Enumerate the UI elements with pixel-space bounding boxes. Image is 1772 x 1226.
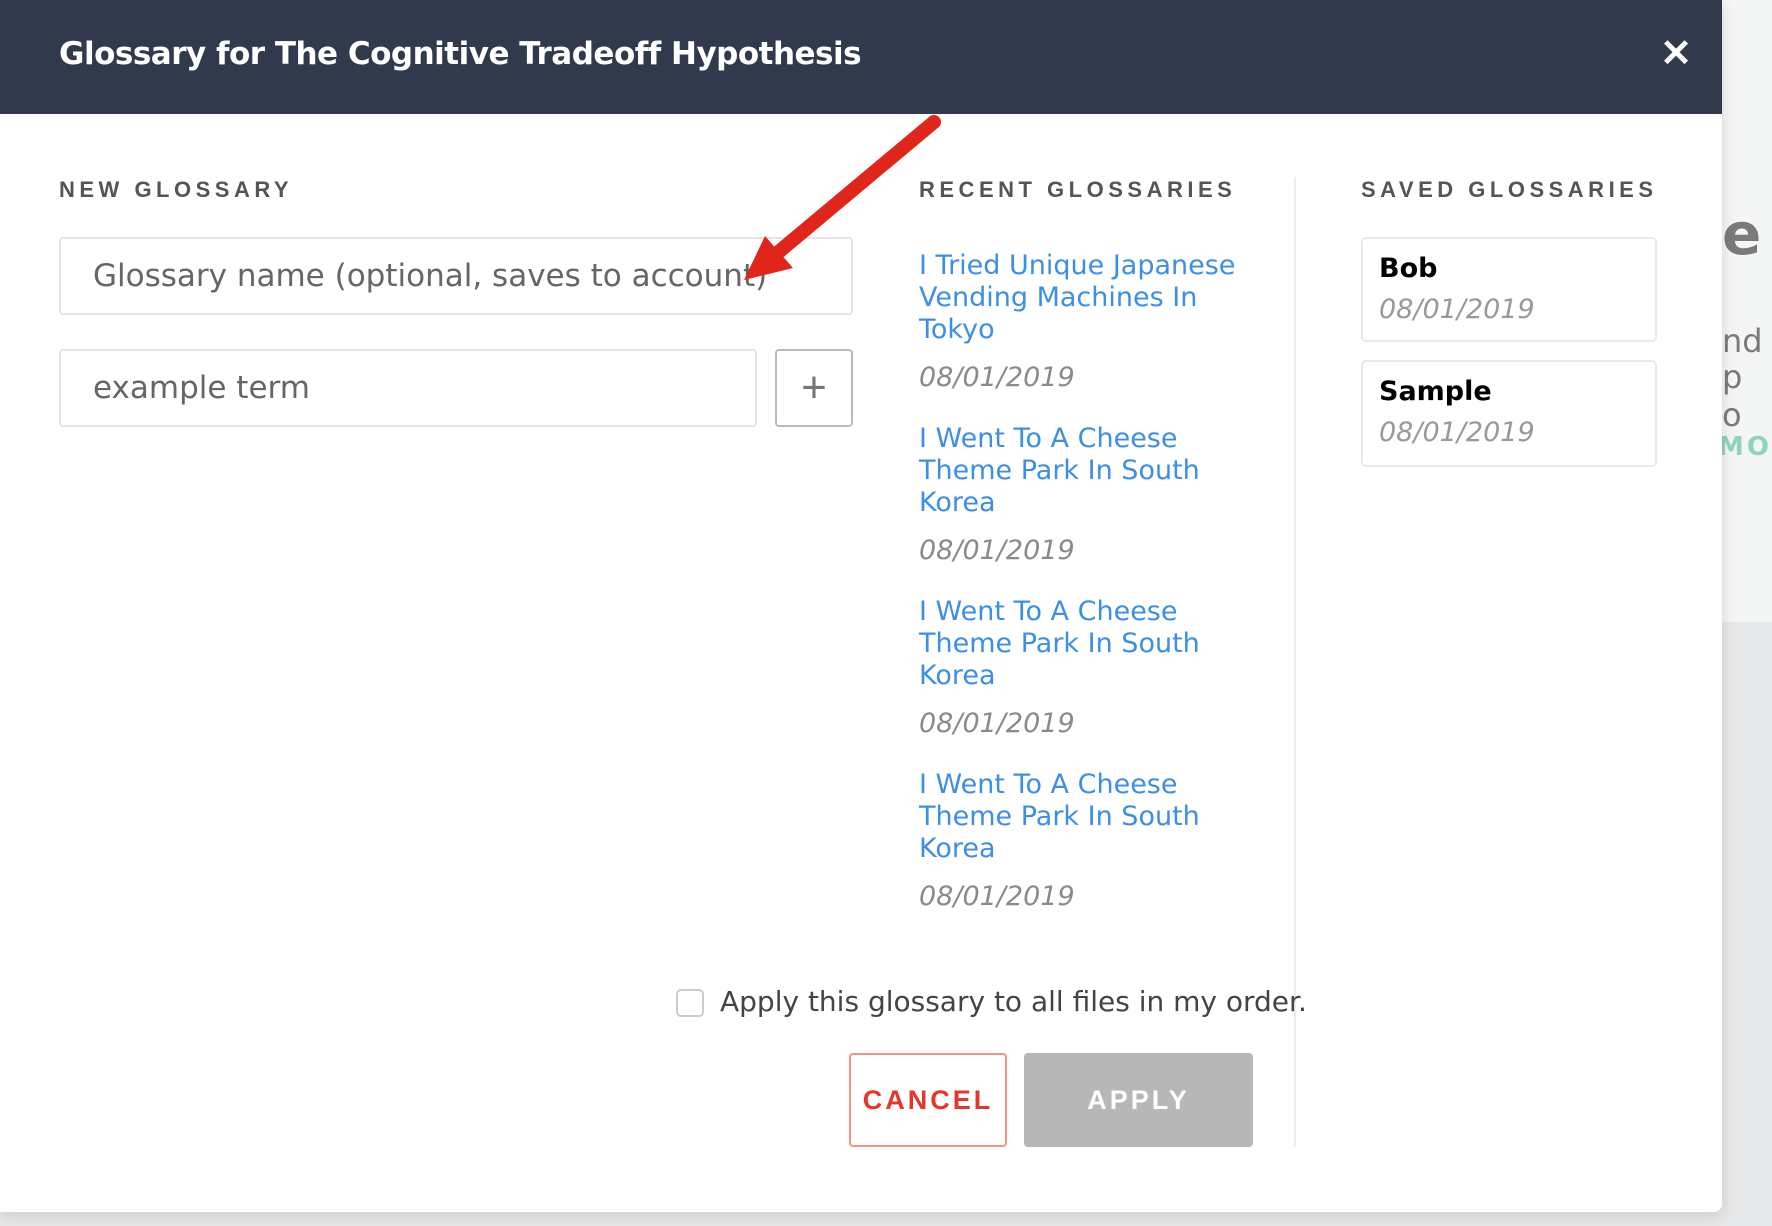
list-item: I Went To A Cheese Theme Park In South K…: [919, 769, 1259, 912]
apply-all-checkbox[interactable]: [676, 989, 704, 1017]
apply-all-label[interactable]: Apply this glossary to all files in my o…: [720, 985, 1307, 1018]
recent-glossary-date: 08/01/2019: [919, 535, 1075, 566]
apply-button[interactable]: APPLY: [1024, 1053, 1253, 1147]
list-item: I Went To A Cheese Theme Park In South K…: [919, 423, 1259, 566]
background-text: nd: [1722, 322, 1763, 360]
saved-glossary-date: 08/01/2019: [1379, 417, 1535, 448]
recent-glossary-date: 08/01/2019: [919, 881, 1075, 912]
background-text: e: [1722, 200, 1762, 268]
recent-glossary-link[interactable]: I Went To A Cheese Theme Park In South K…: [919, 769, 1259, 865]
cancel-button[interactable]: CANCEL: [849, 1053, 1007, 1147]
glossary-modal: Glossary for The Cognitive Tradeoff Hypo…: [0, 0, 1722, 1212]
list-item: I Went To A Cheese Theme Park In South K…: [919, 596, 1259, 739]
recent-glossary-link[interactable]: I Went To A Cheese Theme Park In South K…: [919, 423, 1259, 519]
annotation-arrow-icon: [744, 115, 941, 280]
recent-glossary-date: 08/01/2019: [919, 708, 1075, 739]
background-link: MOR: [1718, 432, 1772, 462]
recent-glossary-link[interactable]: I Went To A Cheese Theme Park In South K…: [919, 596, 1259, 692]
background-text: p o: [1722, 358, 1743, 434]
